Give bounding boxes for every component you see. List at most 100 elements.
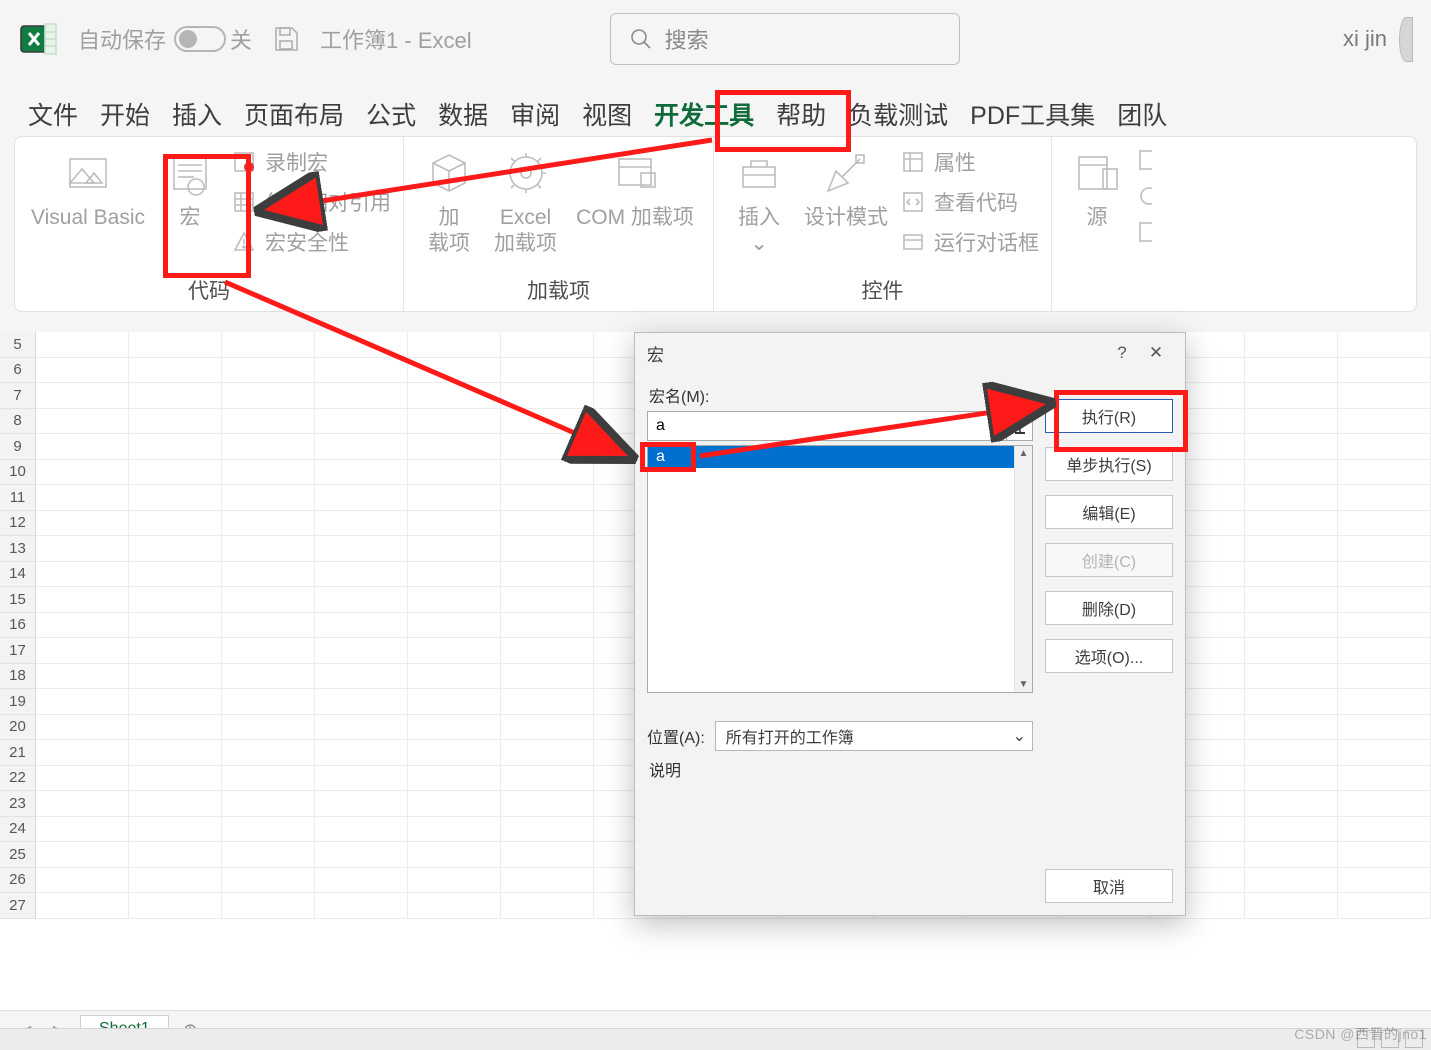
properties-button[interactable]: 属性 — [896, 145, 1043, 179]
row-header[interactable]: 16 — [0, 613, 36, 639]
search-bar[interactable]: 搜索 — [610, 13, 960, 65]
visual-basic-button[interactable]: Visual Basic — [23, 143, 153, 233]
source-button[interactable]: 源 — [1060, 143, 1134, 233]
macro-name-input[interactable] — [647, 411, 1007, 441]
dialog-titlebar[interactable]: 宏 ? ✕ — [635, 333, 1185, 373]
row-header[interactable]: 10 — [0, 460, 36, 486]
xml-extra2[interactable] — [1134, 181, 1152, 211]
search-placeholder: 搜索 — [665, 23, 709, 55]
record-icon — [231, 149, 257, 175]
excel-addins-button[interactable]: Excel 加载项 — [486, 143, 565, 260]
row-header[interactable]: 15 — [0, 587, 36, 613]
macros-button[interactable]: 宏 — [153, 143, 227, 233]
avatar[interactable] — [1399, 17, 1413, 62]
autosave-label: 自动保存 — [78, 23, 166, 55]
row-header[interactable]: 18 — [0, 664, 36, 690]
ribbon-tabs: 文件 开始 插入 页面布局 公式 数据 审阅 视图 开发工具 帮助 负载测试 P… — [0, 78, 1431, 136]
macros-icon — [162, 145, 218, 201]
scrollbar[interactable]: ▲▼ — [1014, 446, 1032, 692]
row-header[interactable]: 17 — [0, 638, 36, 664]
chevron-down-icon: ⌄ — [750, 232, 768, 255]
cancel-button[interactable]: 取消 — [1045, 869, 1173, 903]
edit-button[interactable]: 编辑(E) — [1045, 495, 1173, 529]
delete-button[interactable]: 删除(D) — [1045, 591, 1173, 625]
record-macro-button[interactable]: 录制宏 — [227, 145, 395, 179]
user-name[interactable]: xi jin — [1343, 26, 1387, 52]
macro-security-button[interactable]: 宏安全性 — [227, 225, 395, 259]
addins-icon — [421, 145, 477, 201]
create-button: 创建(C) — [1045, 543, 1173, 577]
group-addins: 加 载项 Excel 加载项 COM 加载项 加载项 — [404, 137, 714, 311]
location-label: 位置(A): — [647, 724, 705, 748]
excel-icon — [18, 18, 60, 60]
chevron-down-icon: ⌄ — [1013, 726, 1026, 746]
com-addins-button[interactable]: COM 加载项 — [565, 143, 705, 233]
macro-name-label: 宏名(M): — [649, 383, 1033, 407]
close-icon[interactable]: ✕ — [1139, 338, 1173, 368]
run-button[interactable]: 执行(R) — [1045, 399, 1173, 433]
row-header[interactable]: 7 — [0, 383, 36, 409]
addins-button[interactable]: 加 载项 — [412, 143, 486, 260]
row-header[interactable]: 5 — [0, 332, 36, 358]
row-header[interactable]: 6 — [0, 358, 36, 384]
description-label: 说明 — [649, 757, 1033, 781]
group-xml: 源 — [1052, 137, 1160, 311]
save-icon[interactable] — [270, 23, 302, 55]
row-header[interactable]: 22 — [0, 766, 36, 792]
options-button[interactable]: 选项(O)... — [1045, 639, 1173, 673]
group-controls-label: 控件 — [862, 273, 904, 311]
group-addins-label: 加载项 — [527, 273, 590, 311]
row-header[interactable]: 24 — [0, 817, 36, 843]
row-header[interactable]: 8 — [0, 409, 36, 435]
design-mode-button[interactable]: 设计模式 — [796, 143, 896, 233]
row-header[interactable]: 21 — [0, 740, 36, 766]
row-header[interactable]: 23 — [0, 791, 36, 817]
relative-icon — [231, 189, 257, 215]
row-header[interactable]: 26 — [0, 868, 36, 894]
toggle-state: 关 — [230, 23, 252, 55]
row-header[interactable]: 19 — [0, 689, 36, 715]
insert-control-button[interactable]: 插入⌄ — [722, 143, 796, 260]
row-header[interactable]: 12 — [0, 511, 36, 537]
ribbon: Visual Basic 宏 录制宏 使用相对引用 宏安全性 — [14, 136, 1417, 312]
row-header[interactable]: 20 — [0, 715, 36, 741]
document-title: 工作簿1 - Excel — [320, 23, 472, 55]
design-icon — [818, 145, 874, 201]
xml-extra3[interactable] — [1134, 217, 1152, 247]
autosave: 自动保存 关 — [78, 23, 252, 55]
macro-jump-button[interactable] — [1007, 411, 1033, 441]
com-addins-icon — [607, 145, 663, 201]
dialog-title: 宏 — [647, 341, 664, 366]
vb-icon — [60, 145, 116, 201]
watermark: CSDN @西晋的jno1 — [1294, 1024, 1427, 1044]
macro-list-item-selected[interactable]: a — [648, 446, 1032, 468]
titlebar: 自动保存 关 工作簿1 - Excel 搜索 xi jin — [0, 0, 1431, 78]
xml-extra1[interactable] — [1134, 145, 1152, 175]
row-headers: 5678910111213141516171819202122232425262… — [0, 332, 36, 919]
group-code-label: 代码 — [188, 273, 230, 311]
row-header[interactable]: 14 — [0, 562, 36, 588]
source-icon — [1069, 145, 1125, 201]
row-header[interactable]: 9 — [0, 434, 36, 460]
excel-addins-icon — [498, 145, 554, 201]
properties-icon — [900, 149, 926, 175]
view-code-button[interactable]: 查看代码 — [896, 185, 1043, 219]
macro-list[interactable]: a ▲▼ — [647, 445, 1033, 693]
row-header[interactable]: 11 — [0, 485, 36, 511]
row-header[interactable]: 27 — [0, 893, 36, 919]
group-controls: 插入⌄ 设计模式 属性 查看代码 运行对话框 — [714, 137, 1052, 311]
autosave-toggle[interactable] — [174, 26, 226, 52]
status-bar — [0, 1028, 1431, 1050]
toolbox-icon — [731, 145, 787, 201]
row-header[interactable]: 13 — [0, 536, 36, 562]
row-header[interactable]: 25 — [0, 842, 36, 868]
macro-dialog: 宏 ? ✕ 宏名(M): a ▲▼ 位置(A): 所有打开的工作簿 ⌄ — [634, 332, 1186, 916]
location-select[interactable]: 所有打开的工作簿 ⌄ — [715, 721, 1033, 751]
warning-icon — [231, 229, 257, 255]
relative-ref-button[interactable]: 使用相对引用 — [227, 185, 395, 219]
group-code: Visual Basic 宏 录制宏 使用相对引用 宏安全性 — [15, 137, 404, 311]
dialog-icon — [900, 229, 926, 255]
help-icon[interactable]: ? — [1105, 338, 1139, 368]
run-dialog-button[interactable]: 运行对话框 — [896, 225, 1043, 259]
step-button[interactable]: 单步执行(S) — [1045, 447, 1173, 481]
